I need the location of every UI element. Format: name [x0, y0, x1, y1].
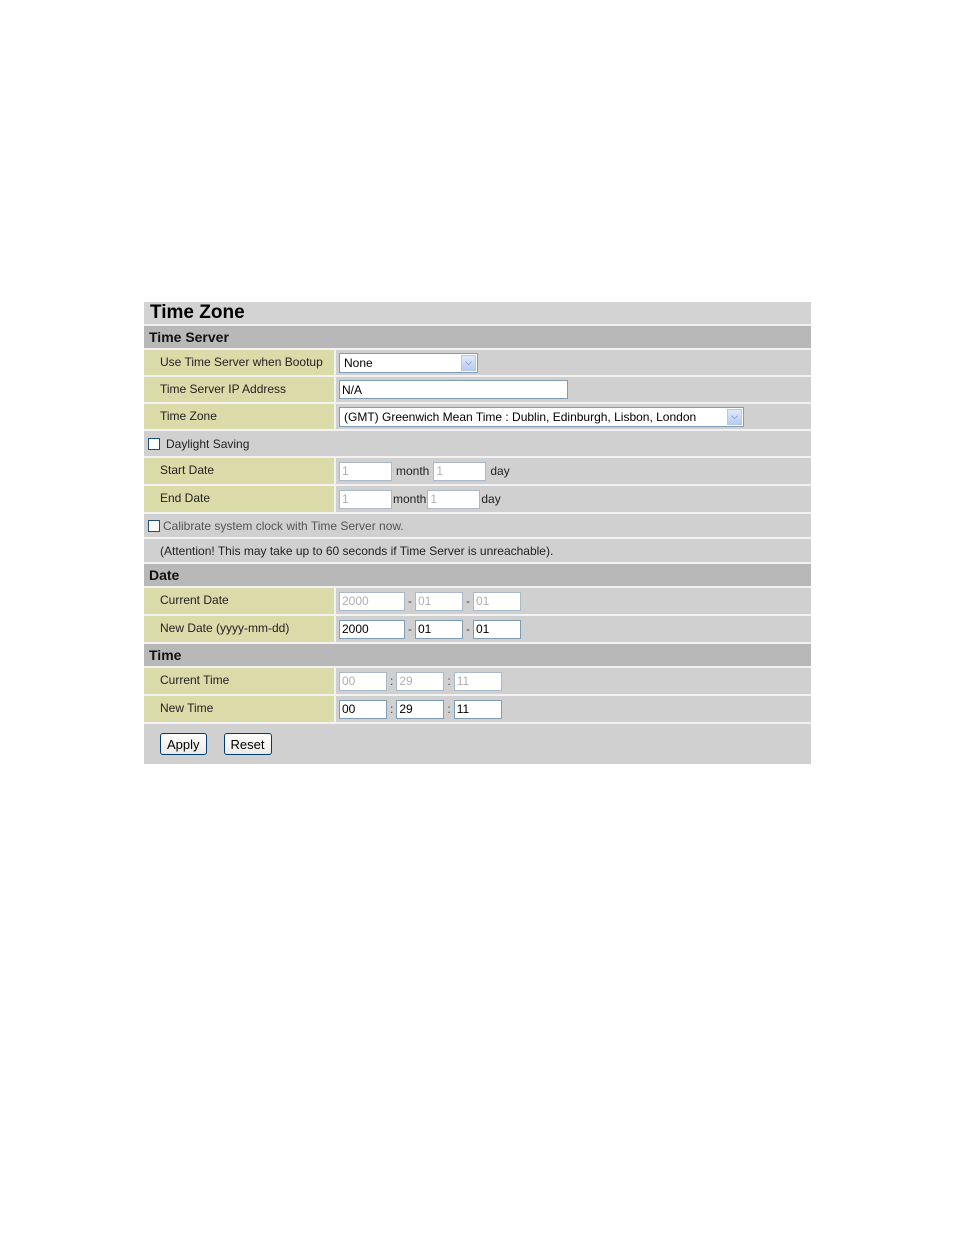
start-day-input[interactable] — [433, 461, 487, 481]
page-title: Time Zone — [144, 302, 811, 326]
date-separator: - — [466, 594, 470, 608]
row-attention: (Attention! This may take up to 60 secon… — [144, 539, 811, 564]
row-calibrate: Calibrate system clock with Time Server … — [144, 514, 811, 539]
chevron-down-icon[interactable]: ⌵ — [461, 354, 476, 371]
current-hour-input — [339, 671, 387, 691]
section-time-server: Time Server — [144, 326, 811, 350]
time-separator: : — [390, 702, 394, 716]
current-minute-input — [396, 671, 445, 691]
new-time-label: New Time — [144, 696, 336, 722]
time-zone-label: Time Zone — [144, 404, 336, 429]
row-use-time-server: Use Time Server when Bootup None ⌵ — [144, 350, 811, 377]
time-zone-select[interactable]: (GMT) Greenwich Mean Time : Dublin, Edin… — [339, 406, 744, 427]
apply-button[interactable]: Apply — [160, 733, 207, 755]
calibrate-label: Calibrate system clock with Time Server … — [163, 518, 404, 533]
time-separator: : — [390, 674, 394, 688]
row-time-zone: Time Zone (GMT) Greenwich Mean Time : Du… — [144, 404, 811, 431]
chevron-down-icon[interactable]: ⌵ — [727, 408, 742, 425]
current-month-input — [415, 591, 463, 611]
time-zone-panel: Time Zone Time Server Use Time Server wh… — [144, 302, 811, 764]
day-label: day — [481, 492, 501, 506]
row-new-time: New Time : : — [144, 696, 811, 724]
row-new-date: New Date (yyyy-mm-dd) - - — [144, 616, 811, 644]
new-hour-input[interactable] — [339, 699, 387, 719]
button-bar: Apply Reset — [144, 724, 811, 764]
row-end-date: End Date month day — [144, 486, 811, 514]
date-separator: - — [408, 622, 412, 636]
current-time-label: Current Time — [144, 668, 336, 694]
new-second-input[interactable] — [453, 699, 502, 719]
start-date-label: Start Date — [144, 458, 336, 484]
end-day-input[interactable] — [427, 489, 481, 509]
date-separator: - — [466, 622, 470, 636]
time-zone-value: (GMT) Greenwich Mean Time : Dublin, Edin… — [344, 409, 697, 424]
time-server-ip-input[interactable] — [339, 380, 568, 399]
date-separator: - — [408, 594, 412, 608]
time-separator: : — [447, 702, 451, 716]
calibrate-checkbox[interactable] — [148, 519, 160, 532]
start-month-input[interactable] — [339, 461, 392, 481]
use-time-server-select[interactable]: None ⌵ — [339, 352, 478, 373]
use-time-server-label: Use Time Server when Bootup — [144, 350, 336, 375]
daylight-saving-label: Daylight Saving — [166, 436, 250, 451]
end-date-label: End Date — [144, 486, 336, 512]
row-current-date: Current Date - - — [144, 588, 811, 616]
time-separator: : — [447, 674, 451, 688]
month-label: month — [396, 464, 430, 478]
current-second-input — [453, 671, 502, 691]
new-year-input[interactable] — [339, 619, 405, 639]
end-month-input[interactable] — [339, 489, 392, 509]
new-day-input[interactable] — [473, 619, 521, 639]
row-daylight-saving: Daylight Saving — [144, 431, 811, 458]
new-month-input[interactable] — [415, 619, 463, 639]
use-time-server-value: None — [344, 355, 373, 370]
day-label: day — [490, 464, 510, 478]
daylight-saving-checkbox[interactable] — [148, 437, 160, 450]
section-date: Date — [144, 564, 811, 588]
row-current-time: Current Time : : — [144, 668, 811, 696]
new-date-label: New Date (yyyy-mm-dd) — [144, 616, 336, 642]
current-year-input — [339, 591, 405, 611]
month-label: month — [393, 492, 427, 506]
section-time: Time — [144, 644, 811, 668]
current-day-input — [473, 591, 521, 611]
current-date-label: Current Date — [144, 588, 336, 614]
time-server-ip-label: Time Server IP Address — [144, 377, 336, 402]
reset-button[interactable]: Reset — [223, 733, 272, 755]
row-time-server-ip: Time Server IP Address — [144, 377, 811, 404]
new-minute-input[interactable] — [396, 699, 445, 719]
attention-note: (Attention! This may take up to 60 secon… — [160, 543, 554, 558]
row-start-date: Start Date month day — [144, 458, 811, 486]
